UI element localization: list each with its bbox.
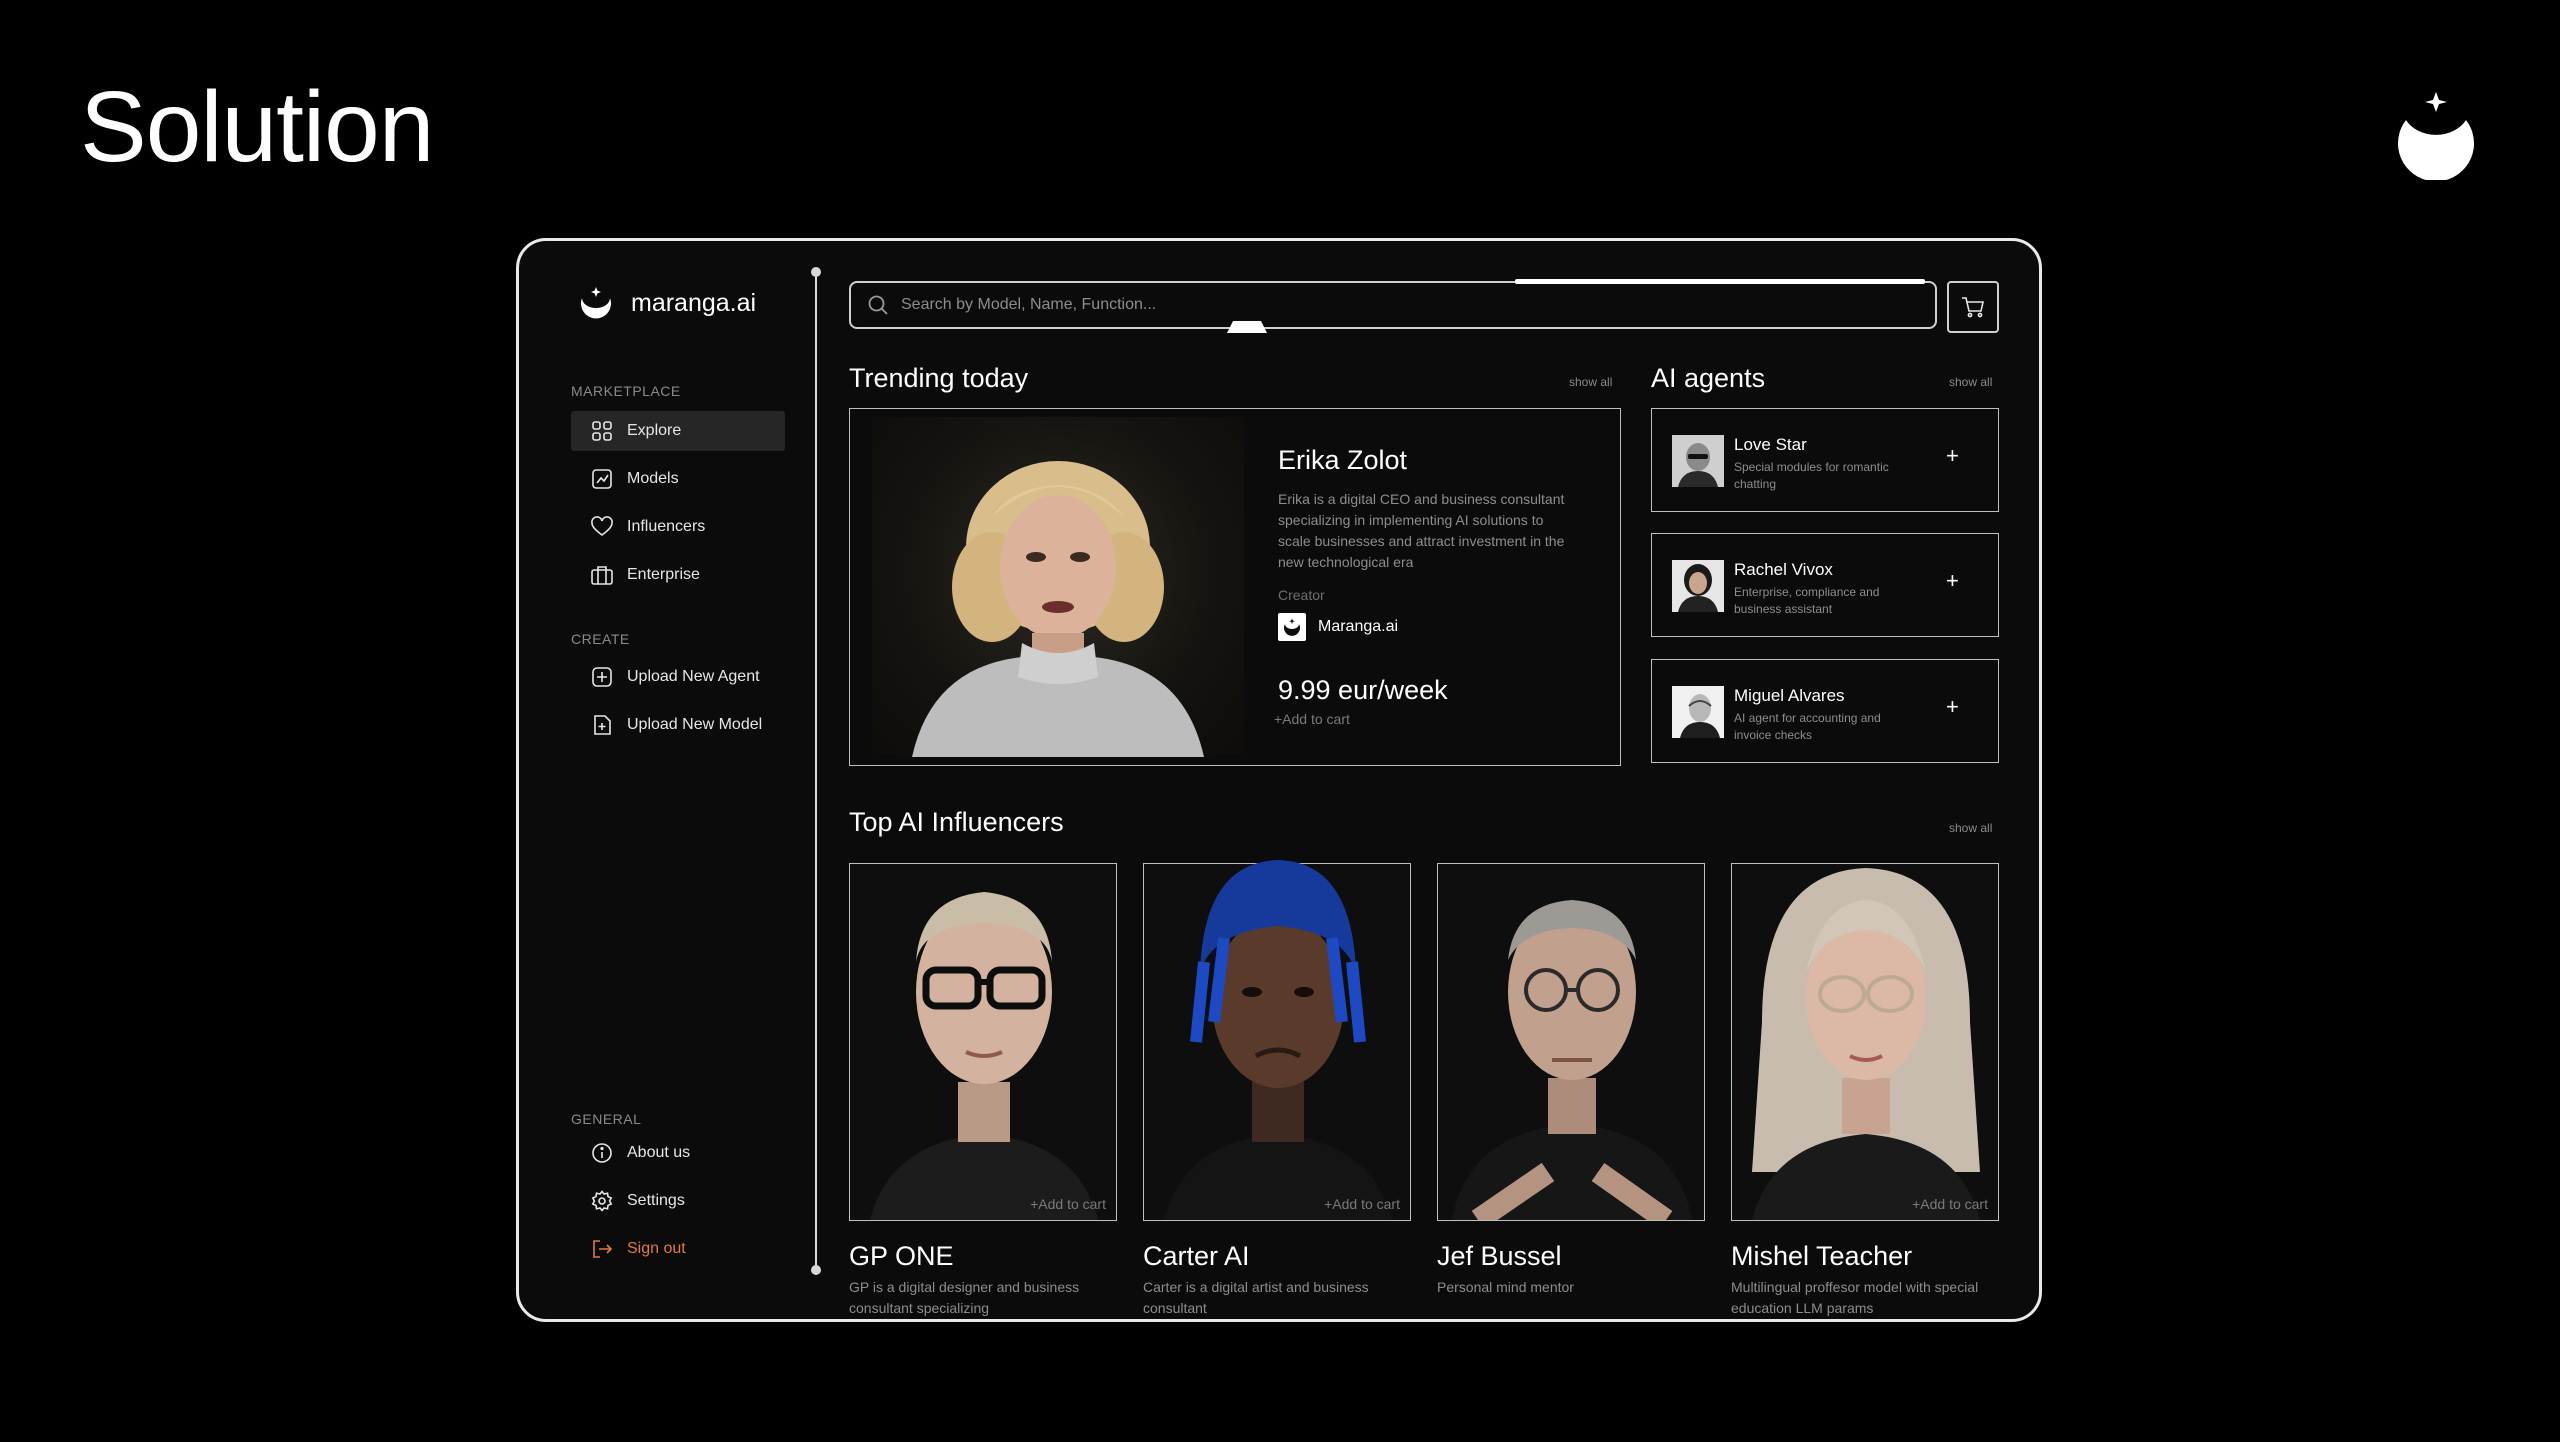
influencers-show-all-link[interactable]: show all <box>1949 821 1992 835</box>
influencer-portrait <box>850 842 1116 1220</box>
sidebar-item-label: About us <box>627 1144 691 1161</box>
agent-description: AI agent for accounting and invoice chec… <box>1734 711 1881 742</box>
trending-heading: Trending today <box>849 363 1029 393</box>
crescent-moon-star-icon <box>2398 92 2474 180</box>
trending-name: Erika Zolot <box>1278 445 1408 475</box>
plus-square-icon <box>592 667 612 687</box>
trending-show-all-link[interactable]: show all <box>1569 375 1612 389</box>
sidebar-item-label: Enterprise <box>627 566 700 583</box>
sidebar-item-enterprise[interactable]: Enterprise <box>571 555 785 595</box>
heart-icon <box>591 516 613 537</box>
app-logo[interactable]: maranga.ai <box>579 286 756 320</box>
influencer-name: Jef Bussel <box>1437 1241 1562 1271</box>
influencer-portrait <box>1438 842 1704 1220</box>
grid-icon <box>592 421 612 441</box>
influencer-description: Carter is a digital artist and business … <box>1143 1279 1369 1316</box>
search-accent-line <box>1515 279 1925 284</box>
file-plus-icon <box>594 715 611 735</box>
avatar <box>1672 686 1724 738</box>
influencer-card[interactable]: +Add to cart <box>849 863 1117 1221</box>
agent-name: Miguel Alvares <box>1734 686 1845 705</box>
sidebar-divider <box>815 271 817 1271</box>
sidebar-item-label: Sign out <box>627 1240 686 1257</box>
avatar <box>1672 435 1724 487</box>
slide-title: Solution <box>80 71 434 183</box>
section-label-create: CREATE <box>571 631 630 647</box>
influencer-description: GP is a digital designer and business co… <box>849 1279 1080 1316</box>
cart-button[interactable] <box>1947 281 1999 333</box>
cart-icon <box>1962 297 1984 318</box>
influencer-portrait <box>1732 842 1998 1220</box>
sidebar-item-upload-agent[interactable]: Upload New Agent <box>571 657 785 697</box>
agent-card[interactable]: Miguel Alvares AI agent for accounting a… <box>1651 659 1999 763</box>
sidebar-item-label: Influencers <box>627 518 706 535</box>
trending-description: Erika is a digital CEO and business cons… <box>1278 491 1565 570</box>
search-tab-notch <box>1227 321 1267 333</box>
app-window: maranga.ai MARKETPLACE Explore Models In… <box>516 238 2042 1322</box>
sidebar: maranga.ai MARKETPLACE Explore Models In… <box>519 241 814 1319</box>
sign-out-icon <box>593 1240 613 1258</box>
creator-logo-icon <box>1278 613 1306 641</box>
sidebar-item-label: Explore <box>627 422 682 439</box>
sidebar-item-label: Upload New Agent <box>627 668 760 685</box>
influencer-name: Mishel Teacher <box>1731 1241 1913 1271</box>
search-icon <box>868 295 888 315</box>
search-bar[interactable] <box>849 281 1937 329</box>
add-agent-button[interactable]: + <box>1946 443 1959 469</box>
chart-icon <box>592 469 612 489</box>
add-agent-button[interactable]: + <box>1946 568 1959 594</box>
divider-dot <box>811 267 821 277</box>
sidebar-item-settings[interactable]: Settings <box>571 1181 785 1221</box>
creator[interactable]: Maranga.ai <box>1278 613 1398 641</box>
app-name: maranga.ai <box>631 288 757 317</box>
trending-portrait <box>872 417 1244 757</box>
influencer-name: GP ONE <box>849 1241 954 1271</box>
trending-add-to-cart[interactable]: +Add to cart <box>1274 711 1350 727</box>
info-icon <box>592 1143 612 1163</box>
avatar <box>1672 560 1724 612</box>
gear-icon <box>591 1190 613 1212</box>
sidebar-item-label: Upload New Model <box>627 716 763 733</box>
influencer-card[interactable] <box>1437 863 1705 1221</box>
sidebar-item-about[interactable]: About us <box>571 1133 785 1173</box>
trending-price: 9.99 eur/week <box>1278 675 1448 705</box>
sidebar-item-influencers[interactable]: Influencers <box>571 507 785 547</box>
briefcase-icon <box>591 566 613 585</box>
influencer-portrait <box>1144 842 1410 1220</box>
sidebar-item-models[interactable]: Models <box>571 459 785 499</box>
creator-name: Maranga.ai <box>1318 618 1399 635</box>
agents-show-all-link[interactable]: show all <box>1949 375 1992 389</box>
creator-label: Creator <box>1278 587 1325 603</box>
agent-name: Rachel Vivox <box>1734 560 1833 579</box>
influencer-add-to-cart[interactable]: +Add to cart <box>1030 1196 1106 1212</box>
influencer-description: Personal mind mentor <box>1437 1279 1574 1295</box>
agent-description: Special modules for romantic chatting <box>1734 460 1889 491</box>
agent-description: Enterprise, compliance and business assi… <box>1734 585 1880 616</box>
divider-dot <box>811 1265 821 1275</box>
agent-card[interactable]: Love Star Special modules for romantic c… <box>1651 408 1999 512</box>
sidebar-item-explore[interactable]: Explore <box>571 411 785 451</box>
agent-name: Love Star <box>1734 435 1807 454</box>
agents-heading: AI agents <box>1651 363 1766 393</box>
influencers-heading: Top AI Influencers <box>849 807 1064 837</box>
agent-card[interactable]: Rachel Vivox Enterprise, compliance and … <box>1651 533 1999 637</box>
influencer-description: Multilingual proffesor model with specia… <box>1731 1279 1979 1316</box>
influencer-add-to-cart[interactable]: +Add to cart <box>1912 1196 1988 1212</box>
sidebar-item-label: Models <box>627 470 679 487</box>
influencer-card[interactable]: +Add to cart <box>1731 863 1999 1221</box>
influencer-name: Carter AI <box>1143 1241 1250 1271</box>
influencer-add-to-cart[interactable]: +Add to cart <box>1324 1196 1400 1212</box>
section-label-marketplace: MARKETPLACE <box>571 383 681 399</box>
trending-card[interactable]: Erika Zolot Erika is a digital CEO and b… <box>849 408 1621 766</box>
influencer-card[interactable]: +Add to cart <box>1143 860 1411 1221</box>
app-logo-icon <box>581 287 611 319</box>
section-label-general: GENERAL <box>571 1111 642 1127</box>
sidebar-item-upload-model[interactable]: Upload New Model <box>571 705 785 745</box>
search-input[interactable] <box>901 296 1501 314</box>
add-agent-button[interactable]: + <box>1946 694 1959 720</box>
sidebar-item-sign-out[interactable]: Sign out <box>571 1229 785 1269</box>
sidebar-item-label: Settings <box>627 1192 685 1209</box>
